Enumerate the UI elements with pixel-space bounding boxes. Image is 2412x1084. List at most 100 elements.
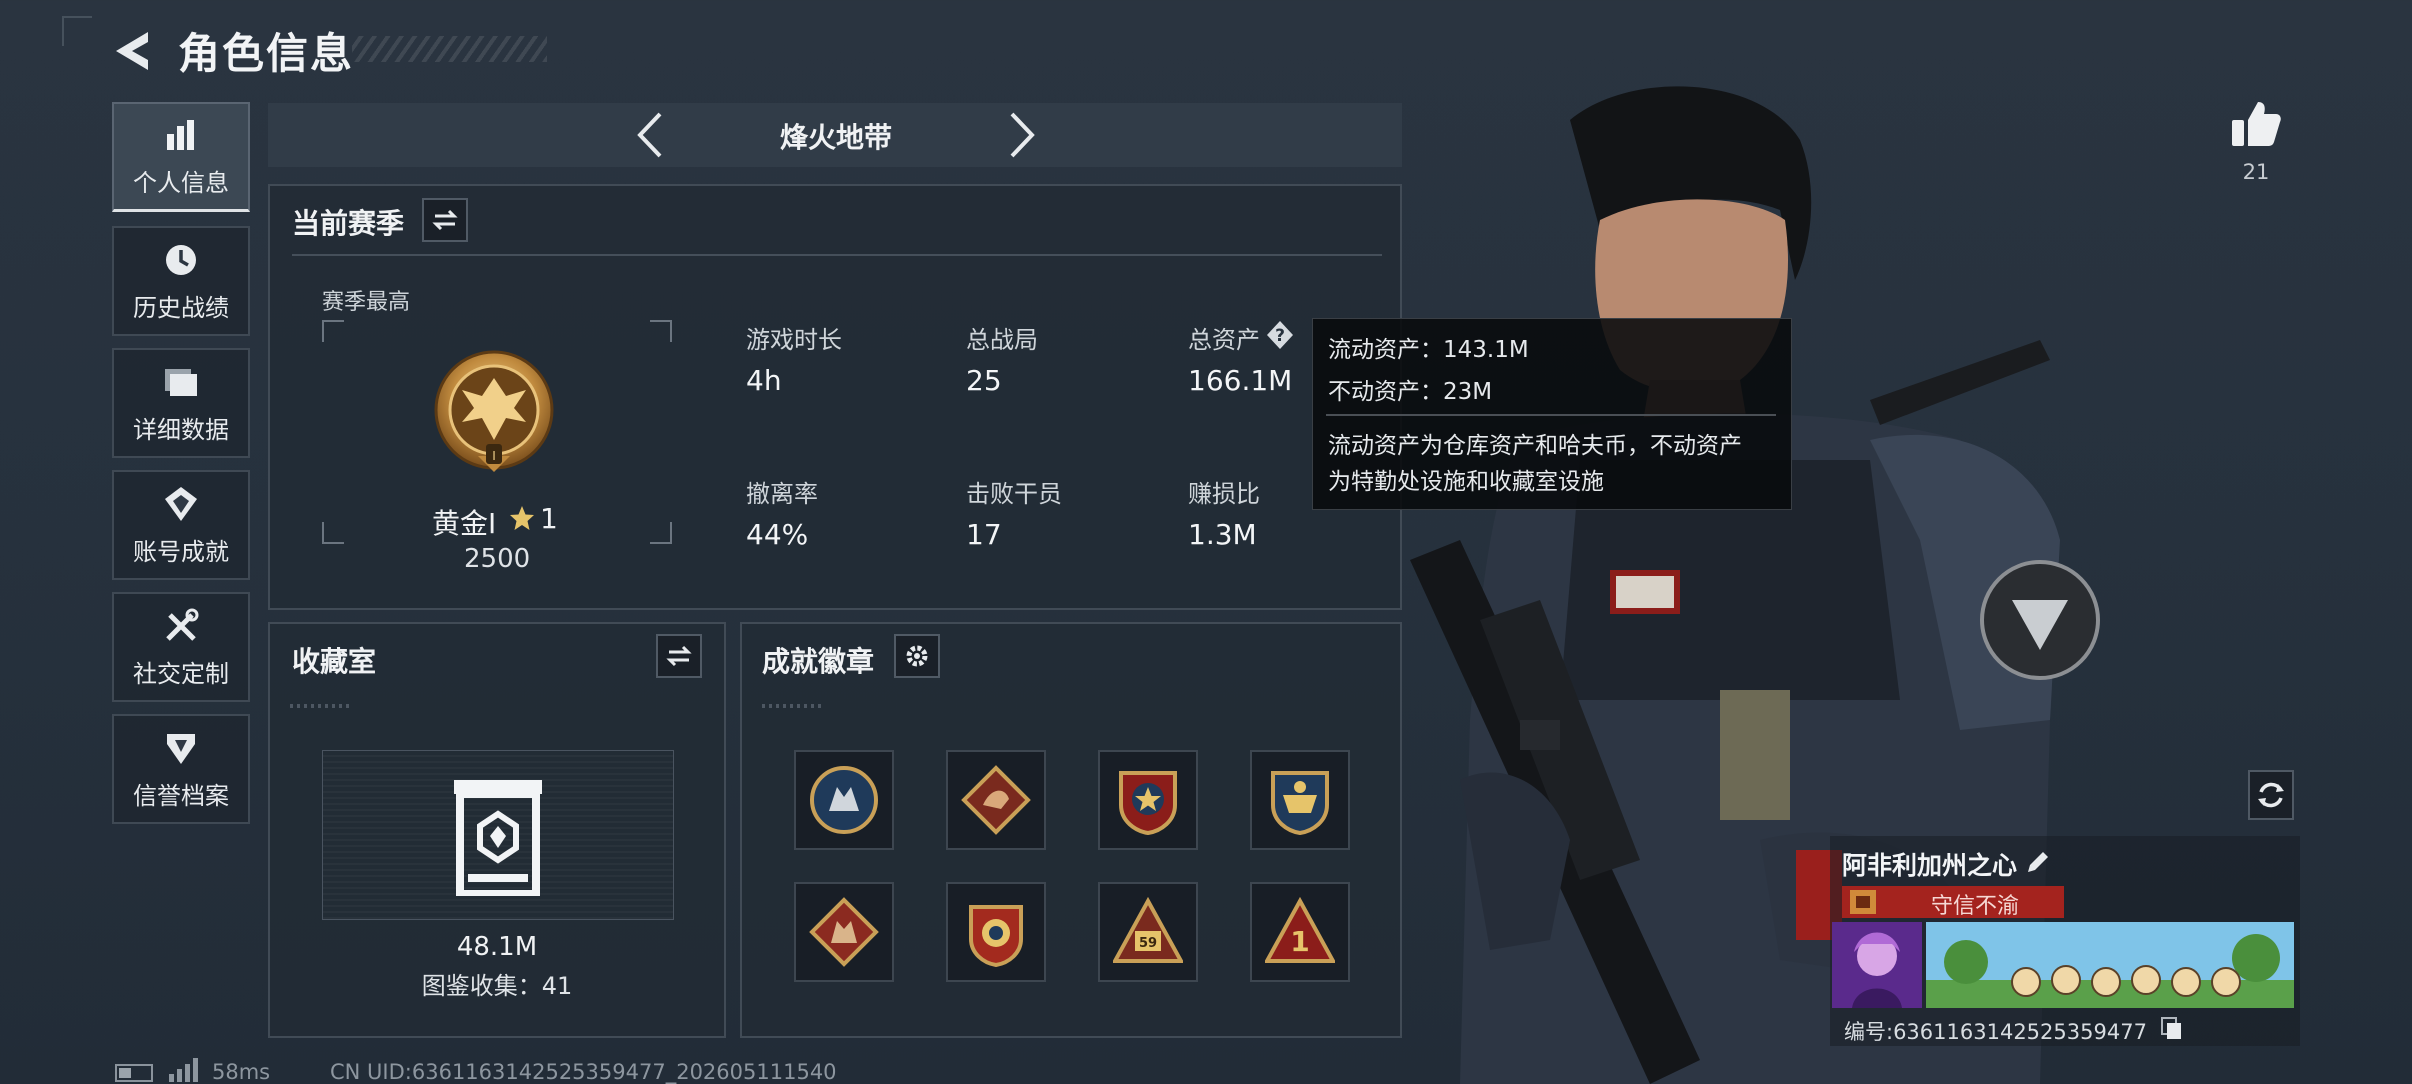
season-divider xyxy=(292,254,1382,256)
sidebar-item-reputation[interactable]: 信誉档案 xyxy=(112,714,250,824)
badge-settings-button[interactable] xyxy=(894,634,940,678)
reputation-level: 守信不渝 xyxy=(1930,894,2019,919)
sidebar-item-label: 详细数据 xyxy=(133,415,229,444)
swap-icon xyxy=(666,645,692,667)
svg-text:59: 59 xyxy=(1139,936,1157,951)
rank-points: 2500 xyxy=(464,544,531,574)
tooltip-liquid-assets: 流动资产：143.1M xyxy=(1328,337,1529,363)
sidebar-item-achievements[interactable]: 账号成就 xyxy=(112,470,250,580)
next-mode-button[interactable] xyxy=(1002,110,1042,160)
sidebar-item-label: 个人信息 xyxy=(133,169,229,197)
back-button[interactable] xyxy=(110,26,160,76)
copy-icon[interactable] xyxy=(2160,1016,2184,1042)
stat-label-total-assets: 总资产 xyxy=(1188,326,1260,354)
svg-text:?: ? xyxy=(1275,326,1285,346)
stat-label-extraction-rate: 撤离率 xyxy=(746,480,818,508)
decoration-dots xyxy=(762,704,822,708)
tooltip-fixed-assets: 不动资产：23M xyxy=(1328,379,1493,405)
swap-icon xyxy=(432,209,458,231)
stat-label-playtime: 游戏时长 xyxy=(746,326,842,354)
clock-icon xyxy=(161,240,201,280)
vault-icon xyxy=(452,778,544,898)
sidebar-item-history[interactable]: 历史战绩 xyxy=(112,226,250,336)
sidebar-item-label: 社交定制 xyxy=(133,659,229,688)
signal-icon xyxy=(168,1058,200,1082)
like-count: 21 xyxy=(2242,160,2270,184)
like-button[interactable] xyxy=(2228,96,2284,152)
skull-badge-icon[interactable] xyxy=(1250,750,1350,850)
battery-level xyxy=(119,1068,131,1078)
frame-corner xyxy=(322,320,344,342)
stat-value-playtime: 4h xyxy=(746,364,782,397)
chevron-right-icon xyxy=(1010,112,1035,158)
corner-decoration xyxy=(62,16,92,46)
tooltip-divider xyxy=(1326,414,1776,416)
edit-name-button[interactable] xyxy=(2024,848,2052,876)
frame-corner xyxy=(650,522,672,544)
chevron-left-icon xyxy=(637,112,662,158)
title-decoration xyxy=(352,36,547,62)
help-icon[interactable]: ? xyxy=(1266,320,1294,350)
sidebar-item-label: 信誉档案 xyxy=(133,781,229,810)
back-arrow-icon xyxy=(116,32,148,70)
player-name-banner xyxy=(1926,922,2294,1008)
shield-icon xyxy=(161,728,201,768)
season-best-label: 赛季最高 xyxy=(322,290,411,315)
frame-corner xyxy=(650,320,672,342)
triangle-1-badge-icon[interactable]: 1 xyxy=(1250,882,1350,982)
sidebar-item-label: 历史战绩 xyxy=(133,293,229,322)
svg-text:I: I xyxy=(492,449,496,463)
page-title: 角色信息 xyxy=(178,29,355,78)
folder-icon xyxy=(161,362,201,402)
rotate-character-button[interactable] xyxy=(2248,770,2294,820)
tooltip-description-line2: 为特勤处设施和收藏室设施 xyxy=(1328,469,1604,495)
sidebar-item-detail-data[interactable]: 详细数据 xyxy=(112,348,250,458)
stat-value-extraction-rate: 44% xyxy=(746,518,809,551)
stat-value-total-assets: 166.1M xyxy=(1188,364,1293,397)
achievement-icon xyxy=(161,484,201,524)
tools-icon xyxy=(161,606,201,646)
sidebar-item-personal-info[interactable]: 个人信息 xyxy=(112,102,250,212)
stat-label-profit-loss: 赚损比 xyxy=(1188,480,1260,508)
season-switch-button[interactable] xyxy=(422,198,468,242)
pencil-icon xyxy=(2028,852,2048,872)
wolf-badge-icon[interactable] xyxy=(794,750,894,850)
gold-rank-emblem-icon: I xyxy=(426,344,562,484)
thumbs-up-icon xyxy=(2232,102,2281,146)
shield-badge-icon[interactable] xyxy=(946,882,1046,982)
sidebar-item-social-custom[interactable]: 社交定制 xyxy=(112,592,250,702)
collection-value: 48.1M xyxy=(456,932,538,962)
collection-panel-title: 收藏室 xyxy=(292,645,377,678)
stat-label-operators-defeated: 击败干员 xyxy=(966,480,1062,508)
tooltip-description-line1: 流动资产为仓库资产和哈夫币，不动资产 xyxy=(1328,433,1742,459)
previous-mode-button[interactable] xyxy=(630,110,670,160)
bar-chart-icon xyxy=(161,115,201,155)
player-name: 阿非利加州之心 xyxy=(1842,851,2018,880)
triangle-59-badge-icon[interactable]: 59 xyxy=(1098,882,1198,982)
collection-switch-button[interactable] xyxy=(656,634,702,678)
season-panel-title: 当前赛季 xyxy=(292,207,405,240)
svg-text:1: 1 xyxy=(1290,925,1309,958)
reputation-emblem-icon xyxy=(1846,886,1880,918)
rank-stars: 1 xyxy=(540,502,558,535)
refresh-icon xyxy=(2258,782,2284,808)
stat-value-matches: 25 xyxy=(966,364,1002,397)
decoration-dots xyxy=(290,704,350,708)
star-badge-icon[interactable] xyxy=(1098,750,1198,850)
dragon-badge-icon[interactable] xyxy=(946,750,1046,850)
rank-name: 黄金Ⅰ xyxy=(432,507,497,540)
player-uid: 编号:6361163142525359477 xyxy=(1844,1020,2147,1044)
wolf-diamond-badge-icon[interactable] xyxy=(794,882,894,982)
player-avatar[interactable] xyxy=(1832,922,1922,1008)
star-icon xyxy=(508,504,536,532)
sidebar-item-label: 账号成就 xyxy=(133,537,229,566)
frame-corner xyxy=(322,522,344,544)
game-mode-title: 烽火地带 xyxy=(779,121,892,154)
stat-value-profit-loss: 1.3M xyxy=(1188,518,1257,551)
footer-uid: CN UID:6361163142525359477_202605111540 xyxy=(330,1060,837,1084)
stat-value-operators-defeated: 17 xyxy=(966,518,1002,551)
gear-icon xyxy=(906,645,928,667)
stat-label-matches: 总战局 xyxy=(966,326,1038,354)
badges-panel-title: 成就徽章 xyxy=(762,645,875,678)
ping-readout: 58ms xyxy=(212,1060,271,1084)
